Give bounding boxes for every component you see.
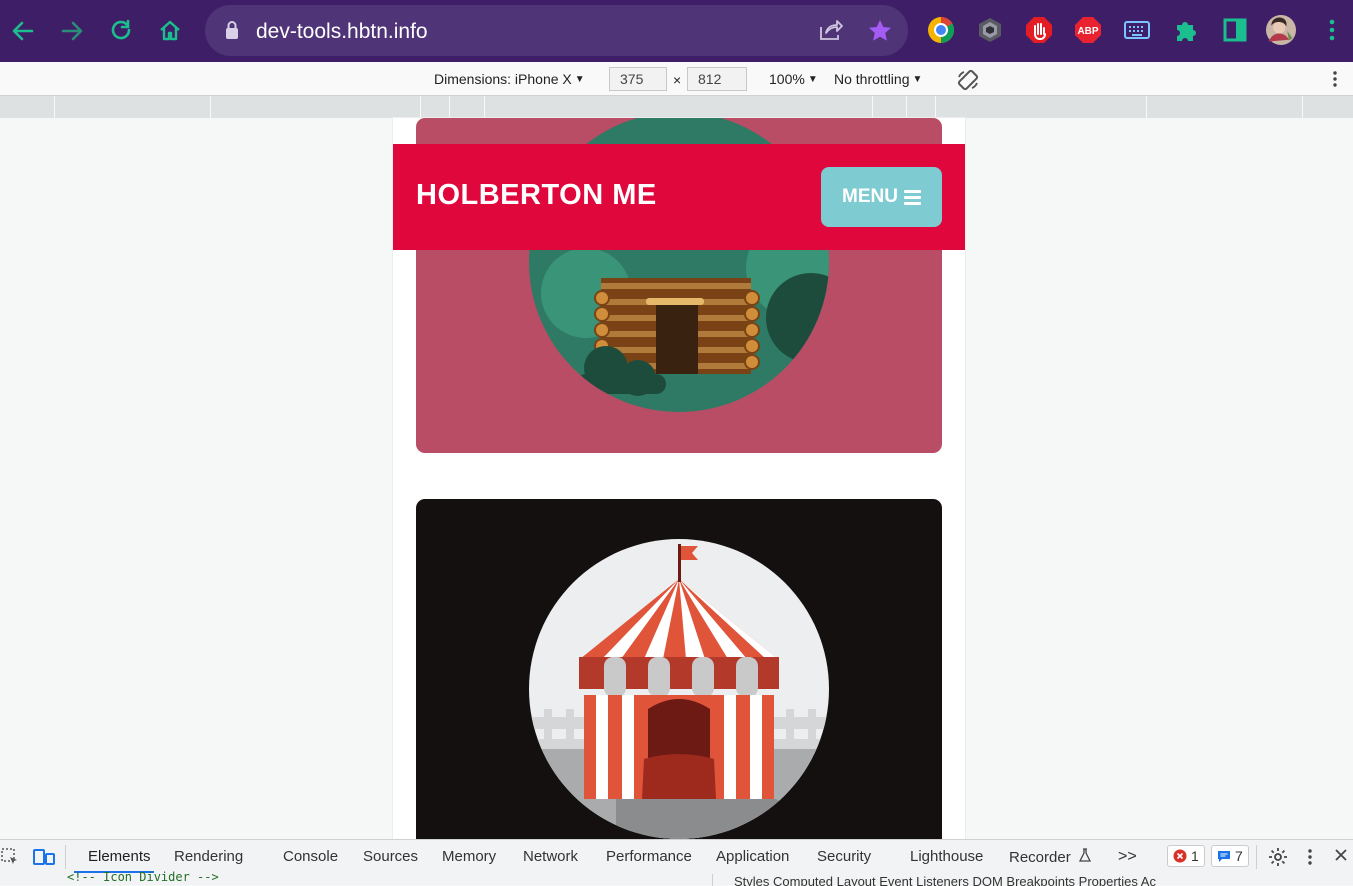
keyboard-extension-icon[interactable] xyxy=(1122,15,1152,45)
stop-hand-extension-icon[interactable] xyxy=(1024,15,1054,45)
more-tabs-chevron-icon[interactable]: >> xyxy=(1118,848,1137,866)
device-toolbar-more-icon[interactable] xyxy=(1332,70,1338,91)
puzzle-extensions-icon[interactable] xyxy=(1171,15,1201,45)
tab-lighthouse[interactable]: Lighthouse xyxy=(910,848,983,865)
divider xyxy=(65,845,66,869)
kebab-menu-icon[interactable] xyxy=(1317,15,1347,45)
settings-gear-icon[interactable] xyxy=(1268,847,1288,871)
error-icon xyxy=(1173,849,1187,863)
divider xyxy=(1256,845,1257,869)
extension-dark-hex-icon[interactable] xyxy=(975,15,1005,45)
tab-recorder[interactable]: Recorder xyxy=(1009,848,1091,866)
message-count: 7 xyxy=(1235,848,1243,864)
ruler-tick xyxy=(449,96,450,118)
dimension-times-symbol: × xyxy=(673,72,682,88)
side-panel-icon[interactable] xyxy=(1220,15,1250,45)
profile-avatar[interactable] xyxy=(1266,15,1296,45)
caret-down-icon: ▼ xyxy=(912,74,923,85)
tab-console[interactable]: Console xyxy=(283,848,338,865)
inspect-element-icon[interactable] xyxy=(0,847,20,871)
zoom-label: 100% xyxy=(769,71,805,87)
panel-splitter[interactable] xyxy=(712,874,734,886)
html-comment-line[interactable]: <!-- Icon Divider --> xyxy=(67,870,219,884)
close-devtools-icon[interactable] xyxy=(1334,848,1348,866)
caret-down-icon: ▼ xyxy=(574,74,585,85)
device-toggle-icon[interactable] xyxy=(33,847,55,871)
lock-icon[interactable] xyxy=(225,20,239,44)
forward-arrow-icon[interactable] xyxy=(55,14,89,48)
tab-sources[interactable]: Sources xyxy=(363,848,418,865)
device-dimensions-dropdown[interactable]: Dimensions: iPhone X ▼ xyxy=(434,71,585,87)
tab-elements[interactable]: Elements xyxy=(88,848,151,865)
tab-rendering[interactable]: Rendering xyxy=(174,848,243,865)
address-bar[interactable]: dev-tools.hbtn.info xyxy=(205,5,908,56)
circus-tent-illustration xyxy=(529,539,829,839)
ruler-tick xyxy=(54,96,55,118)
ruler-tick xyxy=(935,96,936,118)
error-count-badge[interactable]: 1 xyxy=(1167,845,1205,867)
error-count: 1 xyxy=(1191,848,1199,864)
ruler-tick xyxy=(906,96,907,118)
device-dimensions-label: Dimensions: iPhone X xyxy=(434,71,572,87)
hamburger-icon xyxy=(903,189,921,205)
chrome-extension-colorful-icon[interactable] xyxy=(926,15,956,45)
portfolio-card-circus[interactable] xyxy=(416,499,942,839)
devtools-more-icon[interactable] xyxy=(1307,848,1313,870)
tab-network[interactable]: Network xyxy=(523,848,578,865)
browser-toolbar: dev-tools.hbtn.info ABP xyxy=(0,0,1353,62)
caret-down-icon: ▼ xyxy=(807,74,818,85)
device-viewport[interactable]: HOLBERTON ME MENU xyxy=(393,118,965,839)
device-height-input[interactable]: 812 xyxy=(687,67,747,91)
rotate-device-icon[interactable] xyxy=(956,68,980,95)
devtools-panel: Elements Rendering Console Sources Memor… xyxy=(0,839,1353,886)
message-count-badge[interactable]: 7 xyxy=(1211,845,1249,867)
url-text[interactable]: dev-tools.hbtn.info xyxy=(256,20,428,44)
styles-subtabs[interactable]: Styles Computed Layout Event Listeners D… xyxy=(734,874,1353,886)
tab-recorder-label: Recorder xyxy=(1009,849,1071,866)
adblock-plus-label: ABP xyxy=(1077,26,1098,37)
tab-performance[interactable]: Performance xyxy=(606,848,692,865)
device-width-input[interactable]: 375 xyxy=(609,67,667,91)
adblock-plus-icon[interactable]: ABP xyxy=(1073,15,1103,45)
ruler-tick xyxy=(210,96,211,118)
reload-icon[interactable] xyxy=(104,14,138,48)
zoom-dropdown[interactable]: 100% ▼ xyxy=(769,71,818,87)
ruler-tick xyxy=(420,96,421,118)
throttling-dropdown[interactable]: No throttling ▼ xyxy=(834,71,922,87)
device-toolbar: Dimensions: iPhone X ▼ 375 × 812 100% ▼ No… xyxy=(0,62,1353,96)
ruler-tick xyxy=(1302,96,1303,118)
media-query-ruler[interactable] xyxy=(0,96,1353,118)
throttling-label: No throttling xyxy=(834,71,910,87)
ruler-tick xyxy=(484,96,485,118)
flask-icon xyxy=(1078,848,1091,862)
back-arrow-icon[interactable] xyxy=(6,14,40,48)
ruler-tick xyxy=(872,96,873,118)
tab-security[interactable]: Security xyxy=(817,848,871,865)
menu-button-label: MENU xyxy=(842,186,898,207)
site-header: HOLBERTON ME MENU xyxy=(393,144,965,250)
tab-memory[interactable]: Memory xyxy=(442,848,496,865)
message-icon xyxy=(1218,851,1230,862)
share-icon[interactable] xyxy=(818,18,844,46)
menu-button[interactable]: MENU xyxy=(821,167,942,227)
bookmark-star-icon[interactable] xyxy=(867,18,893,48)
site-title[interactable]: HOLBERTON ME xyxy=(416,179,657,212)
tab-application[interactable]: Application xyxy=(716,848,789,865)
ruler-tick xyxy=(1146,96,1147,118)
home-icon[interactable] xyxy=(153,14,187,48)
